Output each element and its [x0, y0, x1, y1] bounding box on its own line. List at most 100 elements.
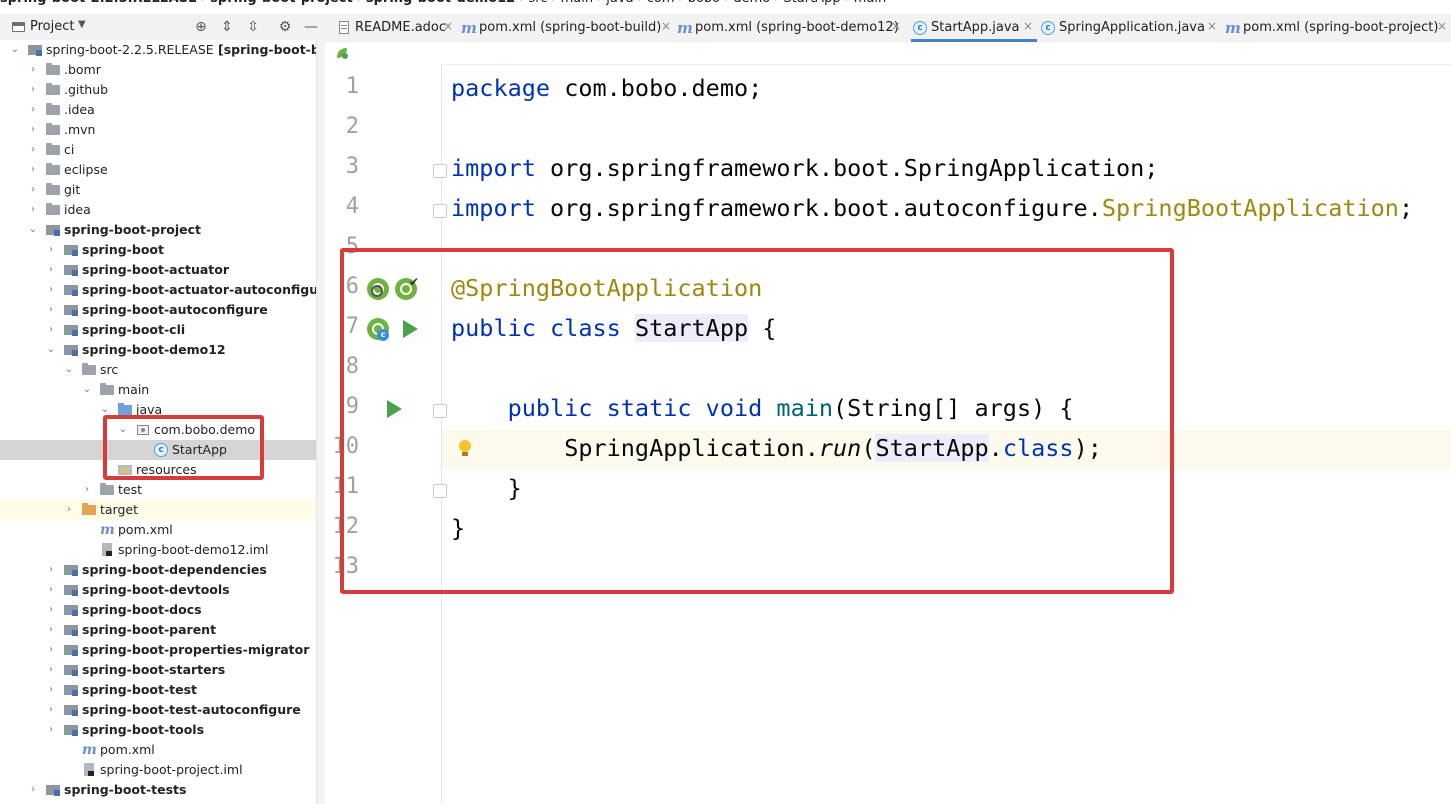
breadcrumb-item[interactable]: demo — [733, 0, 770, 6]
tree-item[interactable]: › .github — [0, 80, 316, 100]
chevron-right-icon[interactable]: › — [46, 723, 56, 737]
chevron-right-icon[interactable]: › — [64, 503, 74, 517]
breadcrumb-item[interactable]: spring-boot-2.2.5.RELEASE — [0, 0, 197, 6]
breadcrumb-item[interactable]: java — [606, 0, 633, 6]
tree-item[interactable]: › git — [0, 180, 316, 200]
tree-item[interactable]: › spring-boot-test — [0, 680, 316, 700]
chevron-right-icon[interactable]: › — [46, 303, 56, 317]
tree-item[interactable]: › spring-boot-tests — [0, 780, 316, 800]
tree-item[interactable]: › target — [0, 500, 316, 520]
breadcrumb-item[interactable]: src — [528, 0, 547, 6]
chevron-right-icon[interactable]: › — [46, 583, 56, 597]
editor-tab[interactable]: c SpringApplication.java × — [1039, 14, 1221, 42]
tree-item[interactable]: spring-boot-project.iml — [0, 760, 316, 780]
tree-item[interactable]: › spring-boot-docs — [0, 600, 316, 620]
tree-item[interactable]: › .mvn — [0, 120, 316, 140]
chevron-down-icon[interactable]: ⌄ — [28, 223, 38, 237]
tree-item[interactable]: ⌄ spring-boot-2.2.5.RELEASE [spring-boot-b… — [0, 40, 316, 60]
code-line-4[interactable]: import org.springframework.boot.autoconf… — [451, 194, 1413, 222]
chevron-right-icon[interactable]: › — [28, 183, 38, 197]
chevron-right-icon[interactable]: › — [46, 623, 56, 637]
chevron-right-icon[interactable]: › — [46, 323, 56, 337]
chevron-right-icon[interactable]: › — [28, 163, 38, 177]
tree-item[interactable]: › spring-boot-dependencies — [0, 560, 316, 580]
chevron-down-icon[interactable]: ⌄ — [46, 343, 56, 357]
breadcrumb-item[interactable]: main — [561, 0, 593, 6]
chevron-right-icon[interactable]: › — [46, 663, 56, 677]
tree-item[interactable]: › spring-boot-properties-migrator — [0, 640, 316, 660]
code-line-3[interactable]: import org.springframework.boot.SpringAp… — [451, 154, 1158, 182]
fold-marker-icon[interactable] — [433, 164, 447, 178]
fold-marker-icon[interactable] — [433, 204, 447, 218]
tree-item[interactable]: m pom.xml — [0, 520, 316, 540]
tree-item[interactable]: › eclipse — [0, 160, 316, 180]
tree-item[interactable]: › spring-boot-test-autoconfigure — [0, 700, 316, 720]
chevron-down-icon[interactable]: ⌄ — [64, 363, 74, 377]
locate-icon[interactable]: ⊕ — [192, 18, 210, 36]
editor-tab[interactable]: c StartApp.java × — [911, 14, 1037, 42]
breadcrumb-item[interactable]: bobo — [688, 0, 720, 6]
tree-item[interactable]: › test — [0, 480, 316, 500]
breadcrumb-item[interactable]: spring-boot-demo12 — [366, 0, 515, 6]
tree-item[interactable]: › spring-boot — [0, 240, 316, 260]
breadcrumb-item[interactable]: com — [647, 0, 675, 6]
code-line-1[interactable]: package com.bobo.demo; — [451, 74, 762, 102]
chevron-right-icon[interactable]: › — [28, 783, 38, 797]
editor-tab[interactable]: m pom.xml (spring-boot-build) × — [459, 14, 675, 42]
gear-icon[interactable]: ⚙ — [276, 18, 294, 36]
tree-item[interactable]: › .idea — [0, 100, 316, 120]
chevron-right-icon[interactable]: › — [46, 603, 56, 617]
editor-tab[interactable]: m pom.xml (spring-boot-demo12) × — [675, 14, 905, 42]
tree-item[interactable]: ⌄ spring-boot-demo12 — [0, 340, 316, 360]
editor-tab[interactable]: m pom.xml (spring-boot-project) × — [1223, 14, 1451, 42]
tree-item[interactable]: › spring-boot-devtools — [0, 580, 316, 600]
tree-item[interactable]: › spring-boot-cli — [0, 320, 316, 340]
chevron-right-icon[interactable]: › — [28, 203, 38, 217]
tree-item[interactable]: › spring-boot-autoconfigure — [0, 300, 316, 320]
chevron-right-icon[interactable]: › — [46, 643, 56, 657]
breadcrumb-item[interactable]: StartApp — [783, 0, 840, 6]
tree-item[interactable]: › idea — [0, 200, 316, 220]
breadcrumb-item[interactable]: spring-boot-project — [210, 0, 353, 6]
close-icon[interactable]: × — [1437, 19, 1447, 33]
chevron-right-icon[interactable]: › — [46, 703, 56, 717]
chevron-right-icon[interactable]: › — [28, 143, 38, 157]
editor-tab[interactable]: README.adoc × — [335, 14, 457, 42]
chevron-right-icon[interactable]: › — [46, 283, 56, 297]
tree-item[interactable]: ⌄ main — [0, 380, 316, 400]
tree-item[interactable]: ⌄ spring-boot-project — [0, 220, 316, 240]
close-icon[interactable]: × — [891, 19, 901, 33]
chevron-right-icon[interactable]: › — [46, 683, 56, 697]
tree-item[interactable]: › ci — [0, 140, 316, 160]
tree-item[interactable]: › spring-boot-tools — [0, 720, 316, 740]
chevron-right-icon[interactable]: › — [28, 123, 38, 137]
chevron-down-icon[interactable]: ⌄ — [82, 383, 92, 397]
tree-item[interactable]: ⌄ src — [0, 360, 316, 380]
minimize-icon[interactable]: — — [302, 18, 320, 36]
expand-all-icon[interactable]: ⇕ — [218, 18, 236, 36]
close-icon[interactable]: × — [661, 19, 671, 33]
chevron-down-icon[interactable]: ▼ — [78, 19, 86, 30]
tree-item[interactable]: › spring-boot-actuator-autoconfigure — [0, 280, 316, 300]
close-icon[interactable]: × — [1023, 19, 1033, 33]
chevron-down-icon[interactable]: ⌄ — [10, 43, 20, 57]
chevron-right-icon[interactable]: › — [46, 563, 56, 577]
project-panel-title[interactable]: Project — [30, 19, 74, 34]
tree-item[interactable]: › spring-boot-actuator — [0, 260, 316, 280]
spring-leaf-icon[interactable] — [335, 46, 349, 60]
tree-item[interactable]: spring-boot-demo12.iml — [0, 540, 316, 560]
tree-item[interactable]: › spring-boot-starters — [0, 660, 316, 680]
chevron-right-icon[interactable]: › — [46, 263, 56, 277]
close-icon[interactable]: × — [1207, 19, 1217, 33]
breadcrumb-item[interactable]: main — [854, 0, 886, 6]
chevron-right-icon[interactable]: › — [46, 243, 56, 257]
tree-item[interactable]: › .bomr — [0, 60, 316, 80]
chevron-right-icon[interactable]: › — [82, 483, 92, 497]
close-icon[interactable]: × — [443, 19, 453, 33]
tree-item[interactable]: m pom.xml — [0, 740, 316, 760]
chevron-right-icon[interactable]: › — [28, 83, 38, 97]
chevron-right-icon[interactable]: › — [28, 63, 38, 77]
chevron-right-icon[interactable]: › — [28, 103, 38, 117]
collapse-all-icon[interactable]: ⇳ — [244, 18, 262, 36]
tree-item[interactable]: › spring-boot-parent — [0, 620, 316, 640]
